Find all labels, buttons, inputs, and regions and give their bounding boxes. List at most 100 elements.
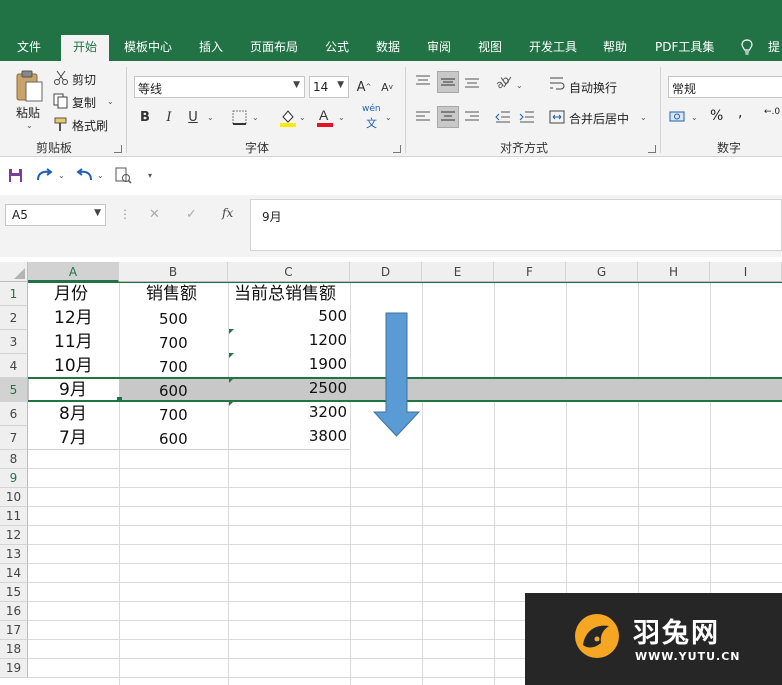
header-cell-total[interactable]: 当前总销售额 [234,284,336,304]
column-header-d[interactable]: D [350,262,422,282]
align-left-icon[interactable] [414,109,432,125]
header-cell-sales[interactable]: 销售额 [146,284,197,304]
copy-button[interactable]: 复制 [72,94,96,111]
table-cell[interactable]: 3200 [309,402,347,422]
row-header-6[interactable]: 6 [0,402,28,426]
borders-icon[interactable] [232,110,248,126]
increase-decimal-icon[interactable]: ←.0 [764,107,780,117]
tab-developer[interactable]: 开发工具 [529,40,577,61]
undo-icon[interactable] [75,168,93,182]
chevron-down-icon[interactable]: ⌄ [252,113,259,122]
align-top-icon[interactable] [414,73,432,89]
enter-icon[interactable]: ✓ [186,207,197,222]
font-size-select[interactable]: 14 ▼ [309,76,349,98]
save-icon[interactable] [8,168,23,183]
wrap-text-button[interactable]: 自动换行 [569,79,617,96]
chevron-down-icon[interactable]: ⌄ [516,81,523,90]
row-header-10[interactable]: 10 [0,488,28,507]
column-header-g[interactable]: G [566,262,638,282]
column-header-h[interactable]: H [638,262,710,282]
paste-button[interactable]: 粘贴 [16,104,40,121]
table-cell[interactable]: 11月 [54,332,93,352]
customize-toolbar-icon[interactable]: ▾ [148,171,152,180]
tab-data[interactable]: 数据 [376,40,400,61]
row-header-1[interactable]: 1 [0,282,28,306]
paste-icon[interactable] [14,69,44,103]
table-cell[interactable]: 7月 [59,428,87,448]
tab-help[interactable]: 帮助 [603,40,627,61]
increase-indent-icon[interactable] [518,109,536,125]
fill-color-icon[interactable] [279,108,297,128]
increase-font-icon[interactable]: A ^ [353,76,375,98]
font-color-icon[interactable]: A [316,107,334,128]
table-cell[interactable]: 12月 [54,308,93,328]
name-box[interactable]: A5 ▼ [5,204,106,226]
tab-page-layout[interactable]: 页面布局 [250,40,298,61]
chevron-down-icon[interactable]: ⌄ [207,113,214,122]
select-all-corner[interactable] [0,262,28,282]
paste-dropdown-icon[interactable]: ⌄ [26,121,33,130]
row-header-8[interactable]: 8 [0,450,28,469]
tab-pdf-tools[interactable]: PDF工具集 [655,40,714,61]
bold-button[interactable]: B [134,106,156,128]
align-bottom-icon[interactable] [463,73,481,89]
row-header-2[interactable]: 2 [0,306,28,330]
fill-handle[interactable] [117,397,122,402]
row-header-11[interactable]: 11 [0,507,28,526]
row-header-7[interactable]: 7 [0,426,28,450]
decrease-indent-icon[interactable] [494,109,512,125]
alignment-launcher-icon[interactable] [648,145,656,153]
font-name-select[interactable]: 等线 ▼ [134,76,305,98]
number-format-select[interactable]: 常规 [668,76,782,98]
row-header-18[interactable]: 18 [0,640,28,659]
chevron-down-icon[interactable]: ⌄ [299,113,306,122]
print-preview-icon[interactable] [114,167,132,184]
currency-icon[interactable] [669,109,687,125]
chevron-down-icon[interactable]: ⌄ [58,171,65,180]
phonetic-guide-icon[interactable]: wén [362,104,381,114]
table-cell[interactable]: 10月 [54,356,93,376]
cut-button[interactable]: 剪切 [72,71,96,88]
tab-formulas[interactable]: 公式 [325,40,349,61]
row-header-16[interactable]: 16 [0,602,28,621]
row-header-4[interactable]: 4 [0,354,28,378]
tab-file[interactable]: 文件 [17,40,41,61]
chevron-down-icon[interactable]: ⌄ [338,113,345,122]
tab-insert[interactable]: 插入 [199,40,223,61]
table-cell[interactable]: 700 [159,333,188,353]
table-cell[interactable]: 8月 [59,404,87,424]
table-cell[interactable]: 600 [159,429,188,449]
tab-templates[interactable]: 模板中心 [124,40,172,61]
chevron-down-icon[interactable]: ⌄ [385,113,392,122]
redo-icon[interactable] [36,168,54,182]
format-painter-button[interactable]: 格式刷 [72,117,108,134]
row-header-5[interactable]: 5 [0,378,28,402]
merge-center-button[interactable]: 合并后居中 [569,110,629,127]
align-right-icon[interactable] [463,109,481,125]
copy-dropdown-icon[interactable]: ⌄ [107,97,114,106]
formula-input[interactable]: 9月 [250,199,782,251]
header-cell-month[interactable]: 月份 [54,284,88,304]
orientation-icon[interactable]: ab [494,73,512,89]
table-cell[interactable]: 9月 [59,380,87,400]
cancel-icon[interactable]: ✕ [149,207,160,222]
chevron-down-icon[interactable]: ⌄ [691,113,698,122]
column-header-e[interactable]: E [422,262,494,282]
column-header-i[interactable]: I [710,262,782,282]
row-header-13[interactable]: 13 [0,545,28,564]
row-header-3[interactable]: 3 [0,330,28,354]
row-header-17[interactable]: 17 [0,621,28,640]
table-cell[interactable]: 600 [159,381,188,401]
table-cell[interactable]: 1900 [309,354,347,374]
column-header-c[interactable]: C [228,262,350,282]
column-header-f[interactable]: F [494,262,566,282]
table-cell[interactable]: 3800 [309,426,347,446]
chevron-down-icon[interactable]: ⌄ [640,113,647,122]
tab-view[interactable]: 视图 [478,40,502,61]
align-center-button[interactable] [437,106,459,128]
tab-review[interactable]: 审阅 [427,40,451,61]
chevron-down-icon[interactable]: ⌄ [97,171,104,180]
row-header-19[interactable]: 19 [0,659,28,678]
clipboard-launcher-icon[interactable] [114,145,122,153]
align-middle-button[interactable] [437,71,459,93]
